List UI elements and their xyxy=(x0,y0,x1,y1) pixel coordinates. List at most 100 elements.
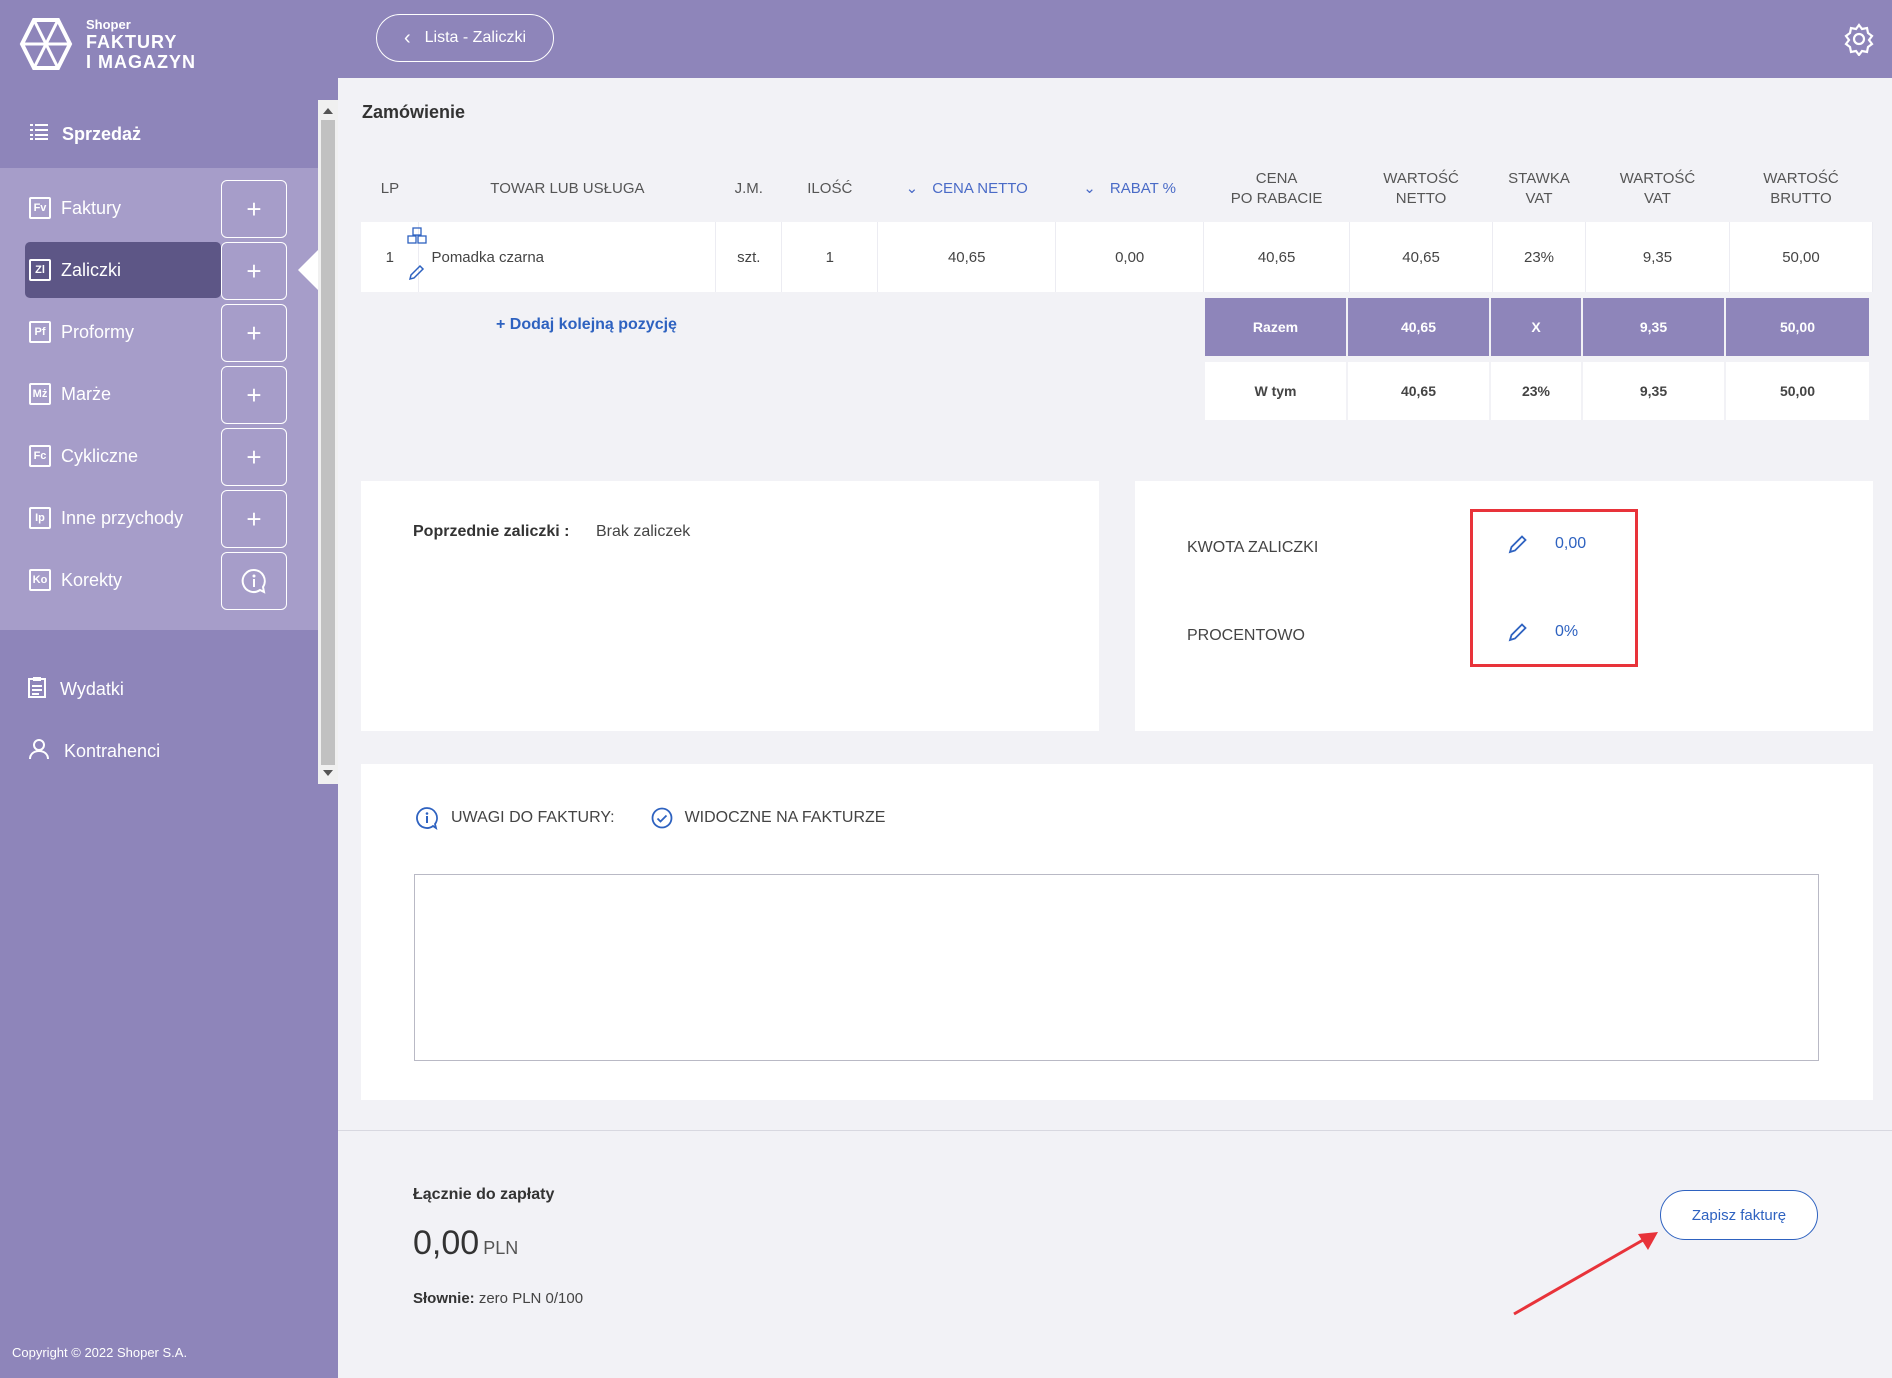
chevron-down-icon: ⌄ xyxy=(905,180,919,197)
plus-icon: + xyxy=(246,503,262,534)
add-inne-przychody-button[interactable]: + xyxy=(221,490,287,548)
summary-including-label: W tym xyxy=(1205,362,1346,420)
main-content: Zamówienie LP TOWAR LUB USŁUGA J.M. ILOŚ… xyxy=(338,78,1892,1378)
sidebar-item-korekty[interactable]: Ko Korekty xyxy=(25,552,221,608)
notes-panel: UWAGI DO FAKTURY: WIDOCZNE NA FAKTURZE xyxy=(361,764,1873,1100)
col-header-net-value: WARTOŚĆ NETTO xyxy=(1350,156,1493,222)
pencil-icon[interactable] xyxy=(407,262,427,282)
col-header-lp: LP xyxy=(380,180,400,197)
invoice-doc-icon: Fv xyxy=(29,197,51,219)
sidebar-item-faktury[interactable]: Fv Faktury xyxy=(25,180,221,236)
sidebar-sales-list: Fv Faktury + Zl Zaliczki + Pf Proformy + xyxy=(0,168,318,630)
col-header-discount[interactable]: ⌄ RABAT % xyxy=(1056,156,1204,222)
sidebar-item-label: Zaliczki xyxy=(61,259,122,280)
col-header-qty: ILOŚĆ xyxy=(807,180,853,197)
sidebar-item-label: Marże xyxy=(61,383,112,404)
recurring-doc-icon: Fc xyxy=(29,445,51,467)
header-line: STAWKA xyxy=(1508,170,1570,187)
advance-amount-panel: KWOTA ZALICZKI PROCENTOWO 0,00 0% xyxy=(1135,481,1873,731)
add-cykliczna-button[interactable]: + xyxy=(221,428,287,486)
col-header-net-price[interactable]: ⌄ CENA NETTO xyxy=(878,156,1056,222)
summary-including-rate: 23% xyxy=(1491,362,1581,420)
sidebar-row-proformy: Pf Proformy + xyxy=(0,304,318,362)
info-bubble-icon xyxy=(416,807,438,830)
cell-lp: 1 xyxy=(361,222,427,292)
cell-net-price[interactable]: 40,65 xyxy=(877,222,1057,292)
cell-qty[interactable]: 1 xyxy=(781,222,879,292)
cell-name[interactable]: Pomadka czarna xyxy=(418,222,717,292)
header-line: CENA xyxy=(1255,170,1298,187)
advance-amount-field[interactable]: 0,00 xyxy=(1507,533,1586,555)
cell-unit[interactable]: szt. xyxy=(715,222,783,292)
sidebar-row-faktury: Fv Faktury + xyxy=(0,180,318,238)
pencil-icon[interactable] xyxy=(1507,533,1529,555)
sidebar-row-inne-przychody: Ip Inne przychody + xyxy=(0,490,318,548)
summary-total-rate: X xyxy=(1491,298,1581,356)
col-header-unit: J.M. xyxy=(734,180,763,197)
sidebar-item-kontrahenci[interactable]: Kontrahenci xyxy=(28,738,160,765)
back-to-list-button[interactable]: ‹ Lista - Zaliczki xyxy=(376,14,554,62)
logo-name-line1: FAKTURY xyxy=(86,31,178,52)
scroll-up-arrow-icon[interactable] xyxy=(323,108,333,114)
add-zaliczka-button[interactable]: + xyxy=(221,242,287,300)
total-in-words-label: Słownie: xyxy=(413,1290,475,1307)
summary-total-label: Razem xyxy=(1205,298,1346,356)
add-faktura-button[interactable]: + xyxy=(221,180,287,238)
sidebar-item-label: Korekty xyxy=(61,569,123,590)
sidebar-section-sales[interactable]: Sprzedaż xyxy=(0,100,318,168)
header-line: BRUTTO xyxy=(1770,190,1832,207)
col-header-vat-value: WARTOŚĆ VAT xyxy=(1586,156,1730,222)
sidebar-row-marze: Mż Marże + xyxy=(0,366,318,424)
summary-total-row: Razem 40,65 X 9,35 50,00 xyxy=(1205,298,1873,356)
items-table: LP TOWAR LUB USŁUGA J.M. ILOŚĆ ⌄ CENA NET… xyxy=(361,156,1874,292)
header-line: PO RABACIE xyxy=(1230,190,1323,207)
sidebar-item-marze[interactable]: Mż Marże xyxy=(25,366,221,422)
scrollbar-thumb[interactable] xyxy=(321,120,335,765)
row-lp-value: 1 xyxy=(385,248,394,266)
add-proforma-button[interactable]: + xyxy=(221,304,287,362)
add-marza-button[interactable]: + xyxy=(221,366,287,424)
plus-icon: + xyxy=(246,441,262,472)
notes-header: UWAGI DO FAKTURY: WIDOCZNE NA FAKTURZE xyxy=(415,806,921,830)
check-circle-icon[interactable] xyxy=(651,807,673,829)
summary-total-vat: 9,35 xyxy=(1583,298,1724,356)
cell-gross: 50,00 xyxy=(1729,222,1874,292)
correction-doc-icon: Ko xyxy=(29,569,51,591)
boxes-icon[interactable] xyxy=(405,226,431,252)
header-line: VAT xyxy=(1525,190,1553,207)
sidebar-scrollbar[interactable] xyxy=(318,100,338,784)
cell-vat-rate[interactable]: 23% xyxy=(1492,222,1586,292)
pencil-icon[interactable] xyxy=(1507,621,1529,643)
summary-including-net: 40,65 xyxy=(1348,362,1489,420)
sidebar-item-zaliczki[interactable]: Zl Zaliczki xyxy=(25,242,221,298)
advance-percent-field[interactable]: 0% xyxy=(1507,621,1578,643)
col-header-net-price-label: CENA NETTO xyxy=(932,180,1028,197)
sidebar-item-label: Kontrahenci xyxy=(64,741,161,761)
cell-net-value: 40,65 xyxy=(1349,222,1494,292)
korekty-info-button[interactable] xyxy=(221,552,287,610)
add-position-link[interactable]: + Dodaj kolejną pozycję xyxy=(496,316,677,334)
gear-icon[interactable] xyxy=(1842,22,1876,56)
sidebar: Shoper FAKTURY I MAGAZYN Sprzedaż Fv Fak… xyxy=(0,0,338,1378)
scroll-down-arrow-icon[interactable] xyxy=(323,770,333,776)
plus-icon: + xyxy=(246,255,262,286)
sidebar-item-label: Proformy xyxy=(61,321,135,342)
user-icon xyxy=(28,738,50,765)
app-logo[interactable]: Shoper FAKTURY I MAGAZYN xyxy=(18,16,196,72)
sidebar-item-inne-przychody[interactable]: Ip Inne przychody xyxy=(25,490,221,546)
plus-icon: + xyxy=(246,317,262,348)
previous-advances-panel: Poprzednie zaliczki : Brak zaliczek xyxy=(361,481,1099,731)
table-row[interactable]: 1 Pomadka czarna szt. 1 40,65 0,00 40,65… xyxy=(361,222,1874,292)
save-invoice-button[interactable]: Zapisz fakturę xyxy=(1660,1190,1818,1240)
sidebar-item-cykliczne[interactable]: Fc Cykliczne xyxy=(25,428,221,484)
cell-discount[interactable]: 0,00 xyxy=(1055,222,1205,292)
other-income-doc-icon: Ip xyxy=(29,507,51,529)
info-bubble-icon xyxy=(241,568,266,594)
notes-textarea[interactable] xyxy=(414,874,1819,1061)
back-button-label: Lista - Zaliczki xyxy=(424,29,527,46)
cell-price-after: 40,65 xyxy=(1203,222,1351,292)
header-line: NETTO xyxy=(1395,190,1447,207)
sidebar-item-wydatki[interactable]: Wydatki xyxy=(28,676,124,703)
visible-on-invoice-toggle[interactable]: WIDOCZNE NA FAKTURZE xyxy=(651,807,885,829)
sidebar-item-proformy[interactable]: Pf Proformy xyxy=(25,304,221,360)
